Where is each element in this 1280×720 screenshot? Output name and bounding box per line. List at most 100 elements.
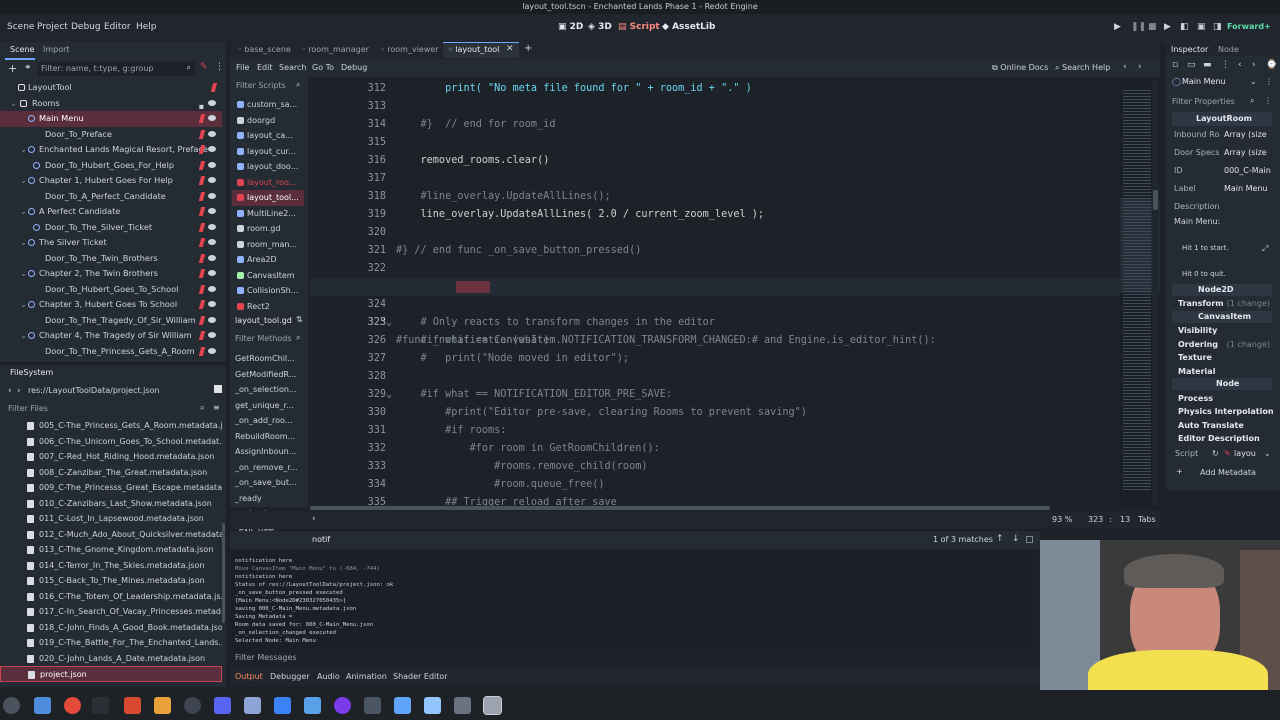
script-item[interactable]: layout_doo... <box>232 159 304 175</box>
visibility-icon[interactable] <box>208 270 216 276</box>
property-row[interactable]: Inbound Ro Array (size <box>1172 126 1272 144</box>
script-item[interactable]: room.gd <box>232 221 304 237</box>
stop-icon[interactable]: ■ <box>1148 22 1157 32</box>
expand-icon[interactable]: ⤢ <box>1262 244 1268 254</box>
fold-icon[interactable]: ⌄ <box>386 314 392 332</box>
scrollbar-thumb[interactable] <box>1153 190 1158 210</box>
back-icon[interactable]: ‹ <box>1238 60 1242 70</box>
tree-node-door[interactable]: Door_To_The_Twin_Brothers <box>0 251 222 267</box>
tree-node-door[interactable]: Door_To_The_Tragedy_Of_Sir_William <box>0 313 222 329</box>
method-item[interactable]: _ready <box>232 491 304 507</box>
visibility-icon[interactable] <box>208 239 216 245</box>
method-item[interactable]: RebuildRoom... <box>232 429 304 445</box>
tab-animation[interactable]: Animation <box>346 672 387 681</box>
search-help-button[interactable]: ⌕ Search Help <box>1055 63 1110 73</box>
section-editor-description[interactable]: Editor Description <box>1172 432 1272 446</box>
chevron-down-icon[interactable]: ⌄ <box>20 204 27 220</box>
new-resource-icon[interactable]: ▫ <box>1172 60 1178 70</box>
property-value[interactable]: Main Menu <box>1224 180 1268 198</box>
script-item[interactable]: MultiLine2... <box>232 206 304 222</box>
script-item[interactable]: layout_cur... <box>232 144 304 160</box>
script-item[interactable]: layout_roo... <box>232 175 304 191</box>
indent-mode[interactable]: Tabs <box>1138 515 1156 524</box>
back-icon[interactable]: ‹ <box>8 386 12 396</box>
lock-icon[interactable]: ▪ <box>198 99 204 112</box>
inspected-object-name[interactable]: Main Menu <box>1182 77 1226 86</box>
script-icon[interactable] <box>198 176 206 185</box>
visibility-icon[interactable] <box>208 332 216 338</box>
chevron-down-icon[interactable]: ⌄ <box>20 328 27 344</box>
section-material[interactable]: Material <box>1172 365 1272 379</box>
filesystem-title[interactable]: FileSystem <box>10 368 53 377</box>
play-icon[interactable]: ▶ <box>1114 22 1121 32</box>
workspace-2d-button[interactable]: ▣ 2D <box>558 22 583 32</box>
script-icon[interactable] <box>198 253 206 263</box>
menu-debug[interactable]: Debug <box>71 22 101 32</box>
file-item[interactable]: 011_C-Lost_In_Lapsewood.metadata.json <box>0 511 222 527</box>
visibility-icon[interactable] <box>208 254 216 261</box>
tree-node-door[interactable]: Door_To_The_Princess_Gets_A_Room <box>0 344 222 360</box>
tab-node[interactable]: Node <box>1218 45 1239 54</box>
app-icon[interactable] <box>154 697 171 714</box>
script-icon[interactable] <box>198 300 206 309</box>
script-icon[interactable] <box>198 207 206 216</box>
add-tab-icon[interactable]: + <box>524 43 532 54</box>
tab-layout-tool[interactable]: ◦ layout_tool ✕ <box>443 42 519 58</box>
tab-room-viewer[interactable]: ◦ room_viewer <box>380 45 439 54</box>
file-item[interactable]: 008_C-Zanzibar_The_Great.metadata.json <box>0 465 222 481</box>
forward-icon[interactable]: › <box>1252 60 1256 70</box>
scene-filter-input[interactable]: Filter: name, t:type, g:group ⌕ <box>38 62 195 76</box>
script-item[interactable]: CollisionSh... <box>232 283 304 299</box>
tree-node-rooms[interactable]: ⌄ Rooms ▪ <box>0 96 222 112</box>
property-value[interactable]: layou <box>1234 445 1256 463</box>
tree-node-room[interactable]: ⌄ Chapter 4, The Tragedy of Sir William <box>0 328 222 344</box>
chevron-down-icon[interactable]: ⌄ <box>1250 77 1257 86</box>
script-menu-debug[interactable]: Debug <box>341 63 367 72</box>
visibility-icon[interactable] <box>208 146 216 152</box>
horizontal-scrollbar[interactable] <box>310 506 1050 510</box>
menu-help[interactable]: Help <box>136 22 157 32</box>
previous-match-icon[interactable]: ↑ <box>996 534 1004 544</box>
script-icon[interactable] <box>198 238 206 247</box>
pause-icon[interactable]: ❚❚ <box>1131 22 1146 32</box>
menu-scene[interactable]: Scene <box>7 22 34 32</box>
chevron-down-icon[interactable]: ⌄ <box>20 235 27 251</box>
section-physics-interpolation[interactable]: Physics Interpolation <box>1172 405 1274 419</box>
visibility-icon[interactable] <box>208 130 216 137</box>
tree-node-door[interactable]: Door_To_Hubert_Goes_For_Help <box>0 158 222 174</box>
start-menu-icon[interactable] <box>3 697 20 714</box>
property-row[interactable]: Door Specs Array (size <box>1172 144 1272 162</box>
method-item[interactable]: GetRoomChil... <box>232 351 304 367</box>
workspace-assetlib-button[interactable]: ◆ AssetLib <box>662 22 715 32</box>
back-icon[interactable]: ‹ <box>1123 62 1127 72</box>
file-item[interactable]: 009_C-The_Princesss_Great_Escape.metadat… <box>0 480 222 496</box>
app-icon[interactable] <box>424 697 441 714</box>
mail-icon[interactable] <box>394 697 411 714</box>
file-item[interactable]: 012_C-Much_Ado_About_Quicksilver.metadat… <box>0 527 222 543</box>
property-value[interactable]: Array (size <box>1224 144 1267 162</box>
next-match-icon[interactable]: ↓ <box>1012 534 1020 544</box>
code-editor[interactable]: 312 print( "No meta file found for " + r… <box>310 80 1120 508</box>
method-item[interactable]: _on_save_but... <box>232 475 304 491</box>
file-item[interactable]: 020_C-John_Lands_A_Date.metadata.json <box>0 651 222 667</box>
tab-inspector[interactable]: Inspector <box>1171 45 1208 54</box>
toggle-scripts-panel-icon[interactable]: ‹ <box>312 514 316 524</box>
files-icon[interactable] <box>34 697 51 714</box>
link-icon[interactable]: ⚭ <box>24 63 32 73</box>
script-icon[interactable] <box>198 315 206 325</box>
section-transform[interactable]: Transform (1 change) <box>1172 297 1272 311</box>
chevron-down-icon[interactable]: ⌄ <box>1264 445 1271 463</box>
history-icon[interactable]: ⌚ <box>1266 60 1277 70</box>
renderer-select[interactable]: Forward+ <box>1227 22 1271 31</box>
zoom-level[interactable]: 93 % <box>1052 515 1072 524</box>
save-resource-icon[interactable]: ▬ <box>1203 60 1212 70</box>
properties-menu-icon[interactable]: ⋮ <box>1264 96 1272 105</box>
chevron-down-icon[interactable]: ⌄ <box>20 173 27 189</box>
tab-import[interactable]: Import <box>43 45 70 54</box>
forward-icon[interactable]: › <box>1138 62 1142 72</box>
chevron-down-icon[interactable]: ⌄ <box>20 297 27 313</box>
script-menu-edit[interactable]: Edit <box>257 63 273 72</box>
method-item[interactable]: _on_add_roo... <box>232 413 304 429</box>
file-item[interactable]: 006_C-The_Unicorn_Goes_To_School.metadat… <box>0 434 222 450</box>
property-row[interactable]: ID 000_C-Main <box>1172 162 1272 180</box>
